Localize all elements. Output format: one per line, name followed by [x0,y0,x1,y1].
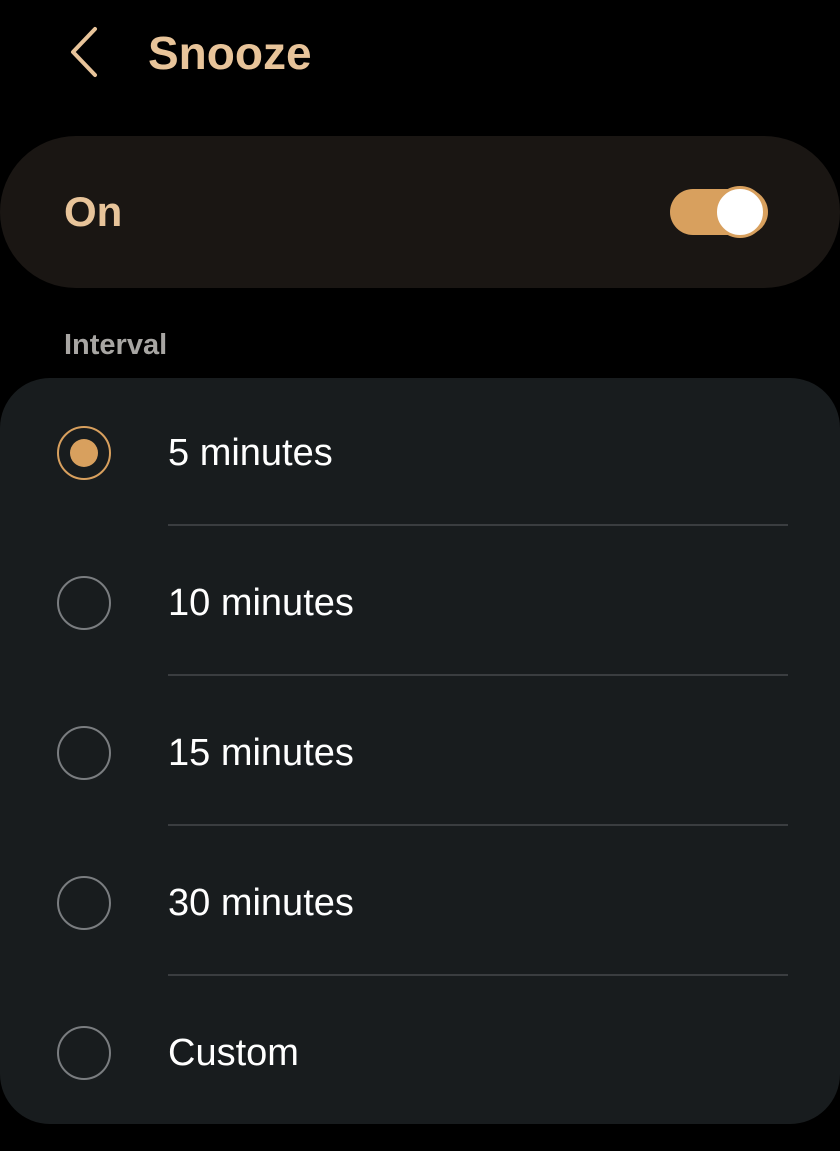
interval-options-list: 5 minutes 10 minutes 15 minutes 30 minut… [0,378,840,1124]
option-label: Custom [168,1032,299,1074]
option-label: 10 minutes [168,582,354,624]
divider [168,974,788,976]
chevron-left-icon [71,27,97,77]
interval-section-label: Interval [64,329,168,361]
back-button[interactable] [52,20,116,84]
app-header: Snooze [0,0,840,108]
interval-option-30-minutes[interactable]: 30 minutes [0,828,840,978]
option-label: 5 minutes [168,432,333,474]
radio-unselected-icon[interactable] [57,576,111,630]
interval-option-10-minutes[interactable]: 10 minutes [0,528,840,678]
divider [168,824,788,826]
snooze-switch[interactable] [670,186,770,240]
interval-option-custom[interactable]: Custom [0,978,840,1128]
snooze-toggle-row[interactable]: On [0,136,840,288]
radio-unselected-icon[interactable] [57,726,111,780]
radio-selected-icon[interactable] [57,426,111,480]
option-label: 15 minutes [168,732,354,774]
divider [168,524,788,526]
switch-knob [714,186,766,238]
option-label: 30 minutes [168,882,354,924]
divider [168,674,788,676]
interval-option-15-minutes[interactable]: 15 minutes [0,678,840,828]
page-title: Snooze [148,27,312,79]
radio-unselected-icon[interactable] [57,1026,111,1080]
snooze-toggle-label: On [64,188,123,235]
radio-unselected-icon[interactable] [57,876,111,930]
interval-option-5-minutes[interactable]: 5 minutes [0,378,840,528]
